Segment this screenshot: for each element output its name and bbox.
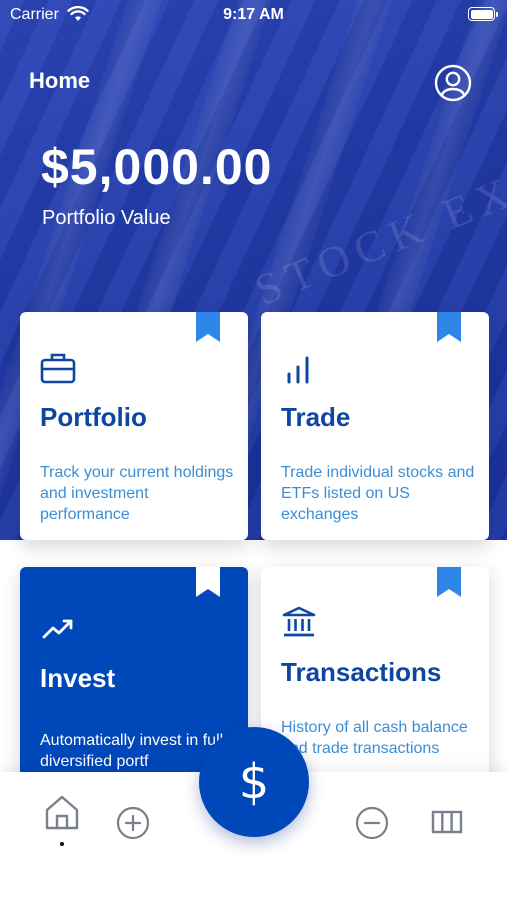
card-description: Trade individual stocks and ETFs listed … <box>281 464 475 523</box>
clock-time: 9:17 AM <box>223 6 284 23</box>
columns-icon[interactable] <box>431 810 463 834</box>
page-title: Home <box>29 68 91 93</box>
user-circle-icon[interactable] <box>434 64 472 102</box>
bookmark-icon[interactable] <box>196 567 220 597</box>
status-bar: Carrier 9:17 AM <box>0 0 507 30</box>
card-title: Trade <box>281 402 351 432</box>
trade-card[interactable]: Trade Trade individual stocks and ETFs l… <box>261 312 489 540</box>
bar-chart-icon <box>287 356 309 384</box>
bookmark-icon[interactable] <box>437 567 461 597</box>
card-title: Invest <box>40 663 116 693</box>
bookmark-icon[interactable] <box>196 312 220 342</box>
card-title: Transactions <box>281 657 442 687</box>
portfolio-card[interactable]: Portfolio Track your current holdings an… <box>20 312 248 540</box>
plus-circle-icon[interactable] <box>116 806 150 840</box>
dollar-icon[interactable]: $ <box>199 727 309 837</box>
card-description: Track your current holdings and investme… <box>40 464 234 523</box>
portfolio-value: $5,000.00 <box>41 139 273 195</box>
card-description: History of all cash balance and trade tr… <box>281 719 468 757</box>
minus-circle-icon[interactable] <box>355 806 389 840</box>
card-title: Portfolio <box>40 402 147 432</box>
battery-icon <box>468 7 498 21</box>
home-icon[interactable] <box>44 792 80 832</box>
active-tab-indicator <box>60 842 64 846</box>
bank-icon <box>282 606 316 637</box>
briefcase-icon <box>40 353 76 384</box>
bookmark-icon[interactable] <box>437 312 461 342</box>
trend-line-icon <box>42 619 73 639</box>
portfolio-value-label: Portfolio Value <box>42 207 171 229</box>
